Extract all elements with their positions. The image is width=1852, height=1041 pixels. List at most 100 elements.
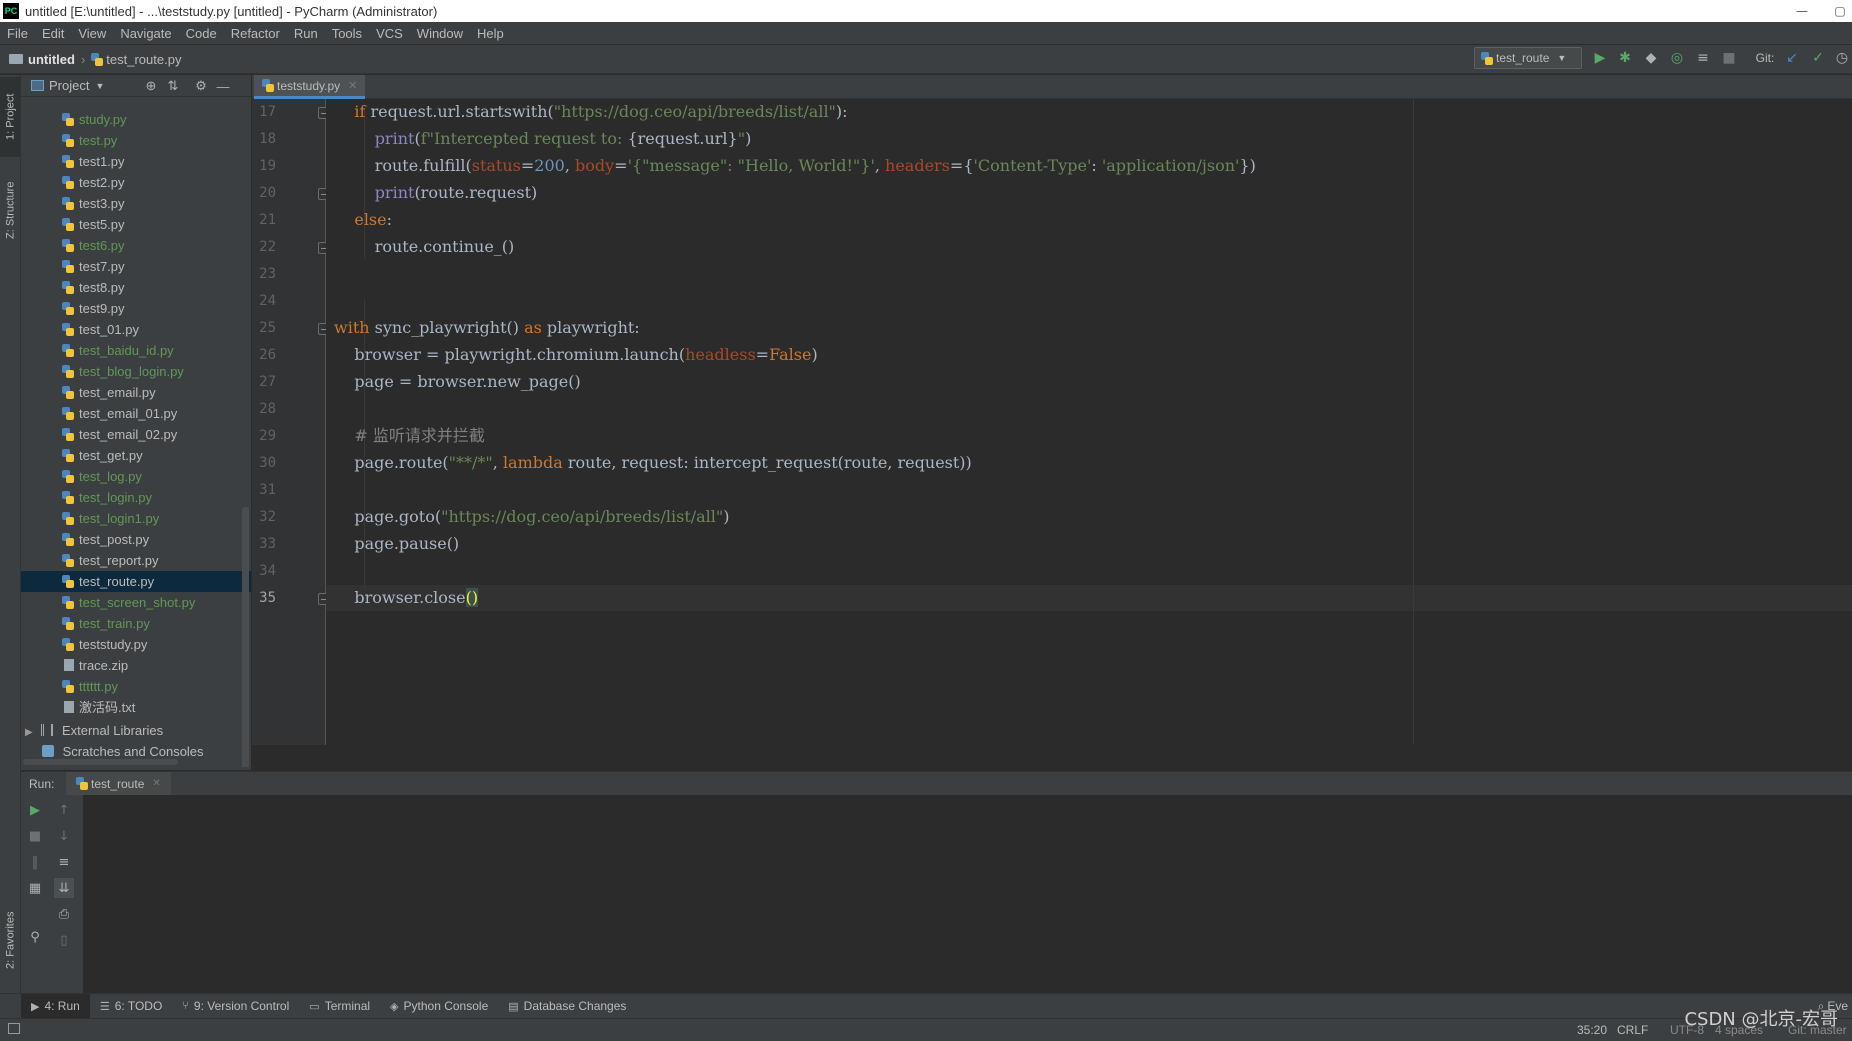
python-file-icon bbox=[62, 302, 74, 315]
tab-teststudy[interactable]: teststudy.py ✕ bbox=[254, 75, 366, 99]
breadcrumb-project[interactable]: untitled bbox=[28, 52, 75, 67]
stop-icon[interactable]: ■ bbox=[25, 826, 45, 846]
tree-file-item[interactable]: test_train.py bbox=[21, 613, 251, 634]
minimize-button[interactable]: — bbox=[1788, 0, 1816, 22]
tree-file-item[interactable]: teststudy.py bbox=[21, 634, 251, 655]
chevron-right-icon[interactable]: ▶ bbox=[25, 727, 33, 738]
tree-file-item[interactable]: test8.py bbox=[21, 277, 251, 298]
tree-file-item[interactable]: tttttt.py bbox=[21, 676, 251, 697]
status-caret-position[interactable]: 35:20 bbox=[1577, 1023, 1607, 1037]
line-number: 29 bbox=[259, 428, 276, 444]
close-icon[interactable]: ✕ bbox=[348, 79, 357, 92]
tree-file-item[interactable]: test_email.py bbox=[21, 382, 251, 403]
favorites-tool-tab[interactable]: 2: Favorites bbox=[0, 893, 21, 988]
pin-icon[interactable]: ⚲ bbox=[25, 927, 45, 947]
tree-file-item[interactable]: test_blog_login.py bbox=[21, 361, 251, 382]
tab-run[interactable]: ▶ 4: Run bbox=[21, 993, 90, 1019]
hide-icon[interactable]: — bbox=[215, 78, 231, 94]
gear-icon[interactable]: ⚙ bbox=[193, 78, 209, 94]
profile-icon[interactable]: ◎ bbox=[1667, 48, 1687, 68]
git-commit-icon[interactable]: ✓ bbox=[1808, 48, 1828, 68]
tab-python-console[interactable]: ◈ Python Console bbox=[380, 994, 498, 1019]
tree-file-item[interactable]: test7.py bbox=[21, 256, 251, 277]
run-config-dropdown[interactable]: test_route ▼ bbox=[1474, 47, 1582, 69]
python-file-icon bbox=[262, 79, 274, 92]
code-editor[interactable]: if request.url.startswith("https://dog.c… bbox=[326, 99, 1852, 745]
menu-run[interactable]: Run bbox=[287, 26, 325, 41]
tree-file-item[interactable]: test_log.py bbox=[21, 466, 251, 487]
structure-tool-tab[interactable]: Z: Structure bbox=[0, 165, 21, 255]
layout-icon[interactable]: ▦ bbox=[25, 878, 45, 898]
print-icon[interactable]: ⎙ bbox=[54, 904, 74, 924]
stop-icon[interactable]: ■ bbox=[1719, 48, 1739, 68]
tree-file-item[interactable]: test_login1.py bbox=[21, 508, 251, 529]
run-tab-test-route[interactable]: test_route ✕ bbox=[66, 771, 171, 796]
chevron-down-icon[interactable]: ▼ bbox=[95, 81, 104, 91]
coverage-icon[interactable]: ◆ bbox=[1641, 48, 1661, 68]
git-update-icon[interactable]: ↙ bbox=[1782, 48, 1802, 68]
tree-file-item[interactable]: test_baidu_id.py bbox=[21, 340, 251, 361]
tree-file-item[interactable]: test_route.py bbox=[21, 571, 251, 592]
menu-tools[interactable]: Tools bbox=[325, 26, 369, 41]
collapse-all-icon[interactable]: ⇅ bbox=[165, 78, 181, 94]
tree-file-item[interactable]: test5.py bbox=[21, 214, 251, 235]
tree-file-item[interactable]: test_screen_shot.py bbox=[21, 592, 251, 613]
menu-code[interactable]: Code bbox=[179, 26, 224, 41]
tab-version-control[interactable]: ⑂ 9: Version Control bbox=[172, 994, 299, 1019]
tree-file-item[interactable]: test_email_02.py bbox=[21, 424, 251, 445]
menu-file[interactable]: File bbox=[0, 26, 35, 41]
menu-edit[interactable]: Edit bbox=[35, 26, 71, 41]
tree-external-libraries[interactable]: ▶ External Libraries bbox=[21, 720, 251, 741]
run-console[interactable]: ▶ ↑ ■ ↓ ‖ ≡ ▦ ⇊ ⎙ ⚲ ▯ bbox=[21, 795, 1852, 993]
run-icon[interactable]: ▶ bbox=[1590, 48, 1610, 68]
close-icon[interactable]: ✕ bbox=[152, 778, 160, 789]
tree-scratches-label: Scratches and Consoles bbox=[62, 744, 204, 759]
tree-file-item[interactable]: test.py bbox=[21, 130, 251, 151]
tree-file-item[interactable]: test_report.py bbox=[21, 550, 251, 571]
project-view-selector[interactable]: Project bbox=[49, 78, 89, 93]
tree-file-item[interactable]: test2.py bbox=[21, 172, 251, 193]
tree-file-item[interactable]: study.py bbox=[21, 109, 251, 130]
history-icon[interactable]: ◷ bbox=[1832, 48, 1852, 68]
tree-file-item[interactable]: trace.zip bbox=[21, 655, 251, 676]
soft-wrap-icon[interactable]: ≡ bbox=[54, 852, 74, 872]
tree-file-label: test_01.py bbox=[79, 322, 139, 337]
debug-icon[interactable]: ✱ bbox=[1615, 48, 1635, 68]
menu-window[interactable]: Window bbox=[410, 26, 470, 41]
line-number: 21 bbox=[259, 212, 276, 228]
tree-vertical-scrollbar[interactable] bbox=[242, 507, 249, 767]
breadcrumb-file[interactable]: test_route.py bbox=[106, 52, 181, 67]
tree-file-item[interactable]: test3.py bbox=[21, 193, 251, 214]
tree-file-item[interactable]: test_01.py bbox=[21, 319, 251, 340]
menu-refactor[interactable]: Refactor bbox=[224, 26, 287, 41]
project-tool-tab[interactable]: 1: Project bbox=[0, 77, 21, 157]
tab-terminal[interactable]: ▭ Terminal bbox=[299, 994, 380, 1019]
maximize-button[interactable]: ▢ bbox=[1826, 0, 1852, 22]
locate-icon[interactable]: ⊕ bbox=[143, 78, 159, 94]
python-file-icon bbox=[62, 428, 74, 441]
menu-navigate[interactable]: Navigate bbox=[113, 26, 178, 41]
menu-vcs[interactable]: VCS bbox=[369, 26, 410, 41]
status-line-separator[interactable]: CRLF bbox=[1617, 1023, 1648, 1037]
tree-file-item[interactable]: test_login.py bbox=[21, 487, 251, 508]
tree-file-item[interactable]: 激活码.txt bbox=[21, 697, 251, 718]
pause-icon[interactable]: ‖ bbox=[25, 852, 45, 872]
tab-todo[interactable]: ☰ 6: TODO bbox=[90, 994, 172, 1019]
build-icon[interactable]: ≡ bbox=[1693, 48, 1713, 68]
tree-file-item[interactable]: test9.py bbox=[21, 298, 251, 319]
tree-file-item[interactable]: test_get.py bbox=[21, 445, 251, 466]
scroll-to-end-icon[interactable]: ⇊ bbox=[54, 878, 74, 898]
menu-view[interactable]: View bbox=[71, 26, 113, 41]
up-arrow-icon[interactable]: ↑ bbox=[54, 800, 74, 820]
trash-icon[interactable]: ▯ bbox=[54, 930, 74, 950]
tree-file-item[interactable]: test_post.py bbox=[21, 529, 251, 550]
tab-database-changes[interactable]: ▤ Database Changes bbox=[498, 994, 636, 1019]
tree-file-item[interactable]: test_email_01.py bbox=[21, 403, 251, 424]
tree-horizontal-scrollbar[interactable] bbox=[23, 759, 178, 765]
menu-help[interactable]: Help bbox=[470, 26, 511, 41]
down-arrow-icon[interactable]: ↓ bbox=[54, 826, 74, 846]
status-layout-icon[interactable] bbox=[8, 1023, 20, 1034]
rerun-icon[interactable]: ▶ bbox=[25, 800, 45, 820]
tree-file-item[interactable]: test1.py bbox=[21, 151, 251, 172]
tree-file-item[interactable]: test6.py bbox=[21, 235, 251, 256]
